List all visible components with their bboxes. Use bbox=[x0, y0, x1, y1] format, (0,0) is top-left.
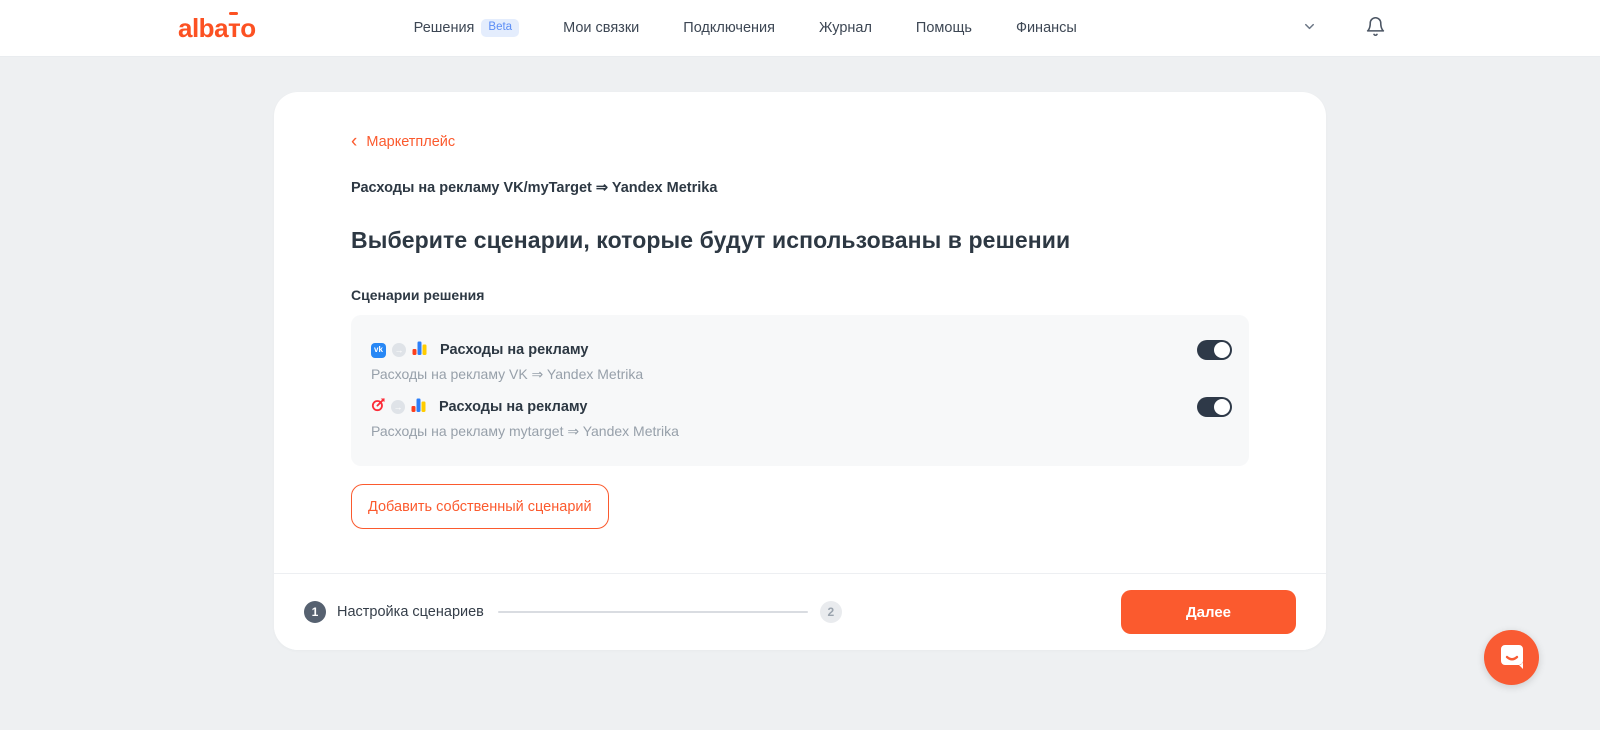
nav-item-label: Решения bbox=[413, 20, 475, 36]
account-dropdown-button[interactable] bbox=[1302, 19, 1317, 37]
back-to-marketplace-link[interactable]: ‹ Маркетплейс bbox=[351, 131, 456, 152]
arrow-right-icon: → bbox=[391, 400, 405, 414]
step-1-indicator: 1 bbox=[304, 601, 326, 623]
card-body: ‹ Маркетплейс Расходы на рекламу VK/myTa… bbox=[274, 92, 1326, 529]
scenarios-section-label: Сценарии решения bbox=[351, 287, 485, 303]
nav-item-journal[interactable]: Журнал bbox=[819, 20, 872, 36]
scenario-title: Расходы на рекламу bbox=[440, 342, 589, 358]
chevron-down-icon bbox=[1302, 19, 1317, 37]
scenario-toggle[interactable] bbox=[1197, 397, 1232, 417]
top-navigation: alba т o Решения Beta Мои связки Подключен… bbox=[0, 0, 1600, 57]
scenario-subtitle: Расходы на рекламу mytarget ⇒ Yandex Met… bbox=[371, 423, 679, 439]
stepper-footer: 1 Настройка сценариев 2 Далее bbox=[274, 573, 1326, 650]
chat-widget-button[interactable] bbox=[1484, 630, 1539, 685]
chat-bubble-icon bbox=[1498, 642, 1526, 673]
vk-app-icon: vk bbox=[371, 342, 386, 358]
scenario-row-mytarget: → Расходы на рекламу Расходы на рекламу … bbox=[371, 397, 1232, 440]
scenarios-panel: vk → Расходы на рекламу Расходы на рекла… bbox=[351, 315, 1249, 466]
nav-item-finance[interactable]: Финансы bbox=[1016, 20, 1077, 36]
nav-item-label: Журнал bbox=[819, 20, 872, 36]
next-button[interactable]: Далее bbox=[1121, 590, 1296, 634]
scenario-title: Расходы на рекламу bbox=[439, 399, 588, 415]
page-heading: Выберите сценарии, которые будут использ… bbox=[351, 227, 1071, 253]
solution-setup-card: ‹ Маркетплейс Расходы на рекламу VK/myTa… bbox=[274, 92, 1326, 650]
yandex-metrika-icon bbox=[412, 340, 427, 360]
solution-title: Расходы на рекламу VK/myTarget ⇒ Yandex … bbox=[351, 180, 718, 196]
nav-item-help[interactable]: Помощь bbox=[916, 20, 972, 36]
nav-item-solutions[interactable]: Решения Beta bbox=[413, 19, 520, 37]
notifications-button[interactable] bbox=[1365, 16, 1386, 40]
scenario-toggle[interactable] bbox=[1197, 340, 1232, 360]
scenario-head: → Расходы на рекламу bbox=[371, 397, 679, 417]
yandex-metrika-icon bbox=[411, 397, 426, 417]
beta-badge: Beta bbox=[481, 19, 520, 37]
arrow-right-icon: → bbox=[392, 343, 406, 357]
nav-item-label: Мои связки bbox=[563, 20, 640, 36]
toggle-knob bbox=[1214, 399, 1230, 415]
mytarget-app-icon bbox=[371, 397, 385, 417]
nav-item-label: Финансы bbox=[1015, 20, 1077, 36]
bell-icon bbox=[1365, 16, 1386, 40]
toggle-knob bbox=[1214, 342, 1230, 358]
nav-right-controls bbox=[1302, 16, 1600, 40]
nav-item-connections[interactable]: Подключения bbox=[683, 20, 775, 36]
albato-logo[interactable]: alba т o bbox=[178, 11, 256, 44]
logo-text-end: o bbox=[240, 12, 256, 43]
scenario-info: → Расходы на рекламу Расходы на рекламу … bbox=[371, 397, 679, 440]
back-chevron-icon: ‹ bbox=[351, 131, 358, 152]
step-1-label: Настройка сценариев bbox=[337, 604, 484, 620]
nav-item-label: Помощь bbox=[915, 20, 972, 36]
scenario-info: vk → Расходы на рекламу Расходы на рекла… bbox=[371, 340, 643, 383]
scenario-row-vk: vk → Расходы на рекламу Расходы на рекла… bbox=[371, 340, 1232, 383]
main-menu: Решения Beta Мои связки Подключения Журн… bbox=[414, 19, 1077, 37]
logo-text: alba bbox=[178, 12, 229, 43]
scenario-subtitle: Расходы на рекламу VK ⇒ Yandex Metrika bbox=[371, 366, 644, 382]
nav-item-my-bundles[interactable]: Мои связки bbox=[563, 20, 639, 36]
step-2-indicator: 2 bbox=[819, 601, 842, 623]
nav-item-label: Подключения bbox=[683, 20, 775, 36]
scenario-head: vk → Расходы на рекламу bbox=[371, 340, 643, 360]
logo-t-overline: т bbox=[228, 11, 241, 43]
step-progress-line bbox=[497, 611, 808, 613]
add-custom-scenario-button[interactable]: Добавить собственный сценарий bbox=[351, 484, 609, 529]
back-link-label: Маркетплейс bbox=[366, 134, 456, 150]
